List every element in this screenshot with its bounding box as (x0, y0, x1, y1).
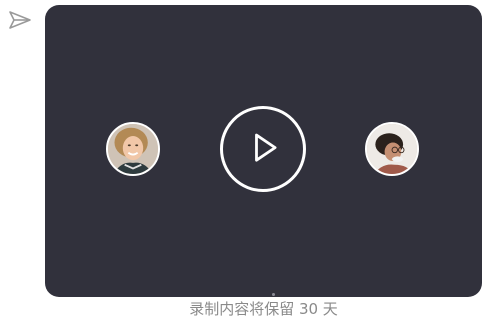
play-icon (255, 133, 277, 162)
retention-note: 录制内容将保留 30 天 (189, 300, 338, 318)
send-icon[interactable] (8, 10, 32, 30)
participant-avatar-left (106, 122, 160, 176)
participant-avatar-right (365, 122, 419, 176)
play-button[interactable] (220, 106, 306, 192)
progress-indicator (272, 293, 275, 296)
video-recording-player[interactable] (45, 5, 482, 297)
